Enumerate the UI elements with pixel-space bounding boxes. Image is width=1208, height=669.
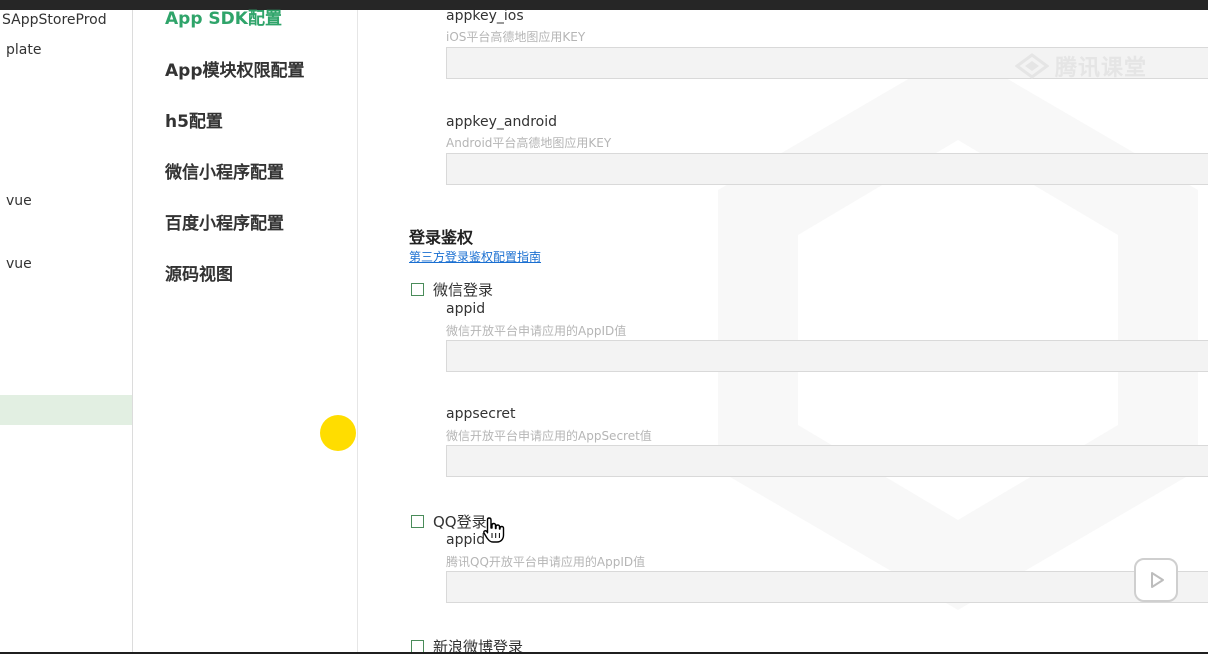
file-tree-panel: SAppStoreProd plate vue vue	[0, 10, 133, 652]
settings-content: appkey_ios iOS平台高德地图应用KEY appkey_android…	[358, 10, 1208, 652]
file-tree-item[interactable]: plate	[6, 42, 41, 58]
file-tree-item[interactable]: vue	[6, 256, 32, 272]
weibo-login-checkbox-row[interactable]: 新浪微博登录	[411, 636, 523, 652]
background-watermark-shape	[718, 50, 1198, 610]
appkey-android-label: appkey_android	[446, 114, 557, 130]
wechat-login-label: 微信登录	[433, 281, 494, 299]
nav-item-app-module-permissions[interactable]: App模块权限配置	[165, 56, 305, 81]
qq-appid-label: appid	[446, 532, 486, 548]
wechat-appid-label: appid	[446, 301, 486, 317]
file-tree-item[interactable]: vue	[6, 193, 32, 209]
appkey-android-description: Android平台高德地图应用KEY	[446, 136, 612, 150]
login-auth-title: 登录鉴权	[409, 228, 474, 247]
wechat-appsecret-description: 微信开放平台申请应用的AppSecret值	[446, 429, 652, 443]
tencent-classroom-logo-icon	[1015, 53, 1049, 79]
wechat-login-checkbox[interactable]	[411, 283, 424, 296]
play-icon	[1151, 572, 1164, 588]
wechat-appsecret-label: appsecret	[446, 406, 516, 422]
nav-item-source-view[interactable]: 源码视图	[165, 260, 233, 285]
nav-item-baidu-miniprogram[interactable]: 百度小程序配置	[165, 209, 284, 234]
file-tree-item[interactable]: SAppStoreProd	[2, 12, 107, 28]
appkey-ios-label: appkey_ios	[446, 10, 524, 24]
qq-appid-description: 腾讯QQ开放平台申请应用的AppID值	[446, 555, 646, 569]
nav-item-wechat-miniprogram[interactable]: 微信小程序配置	[165, 158, 284, 183]
qq-appid-input[interactable]	[446, 571, 1208, 603]
wechat-login-checkbox-row[interactable]: 微信登录	[411, 279, 493, 300]
login-auth-guide-link[interactable]: 第三方登录鉴权配置指南	[409, 248, 541, 265]
tencent-classroom-watermark: 腾讯课堂	[1015, 50, 1147, 82]
video-play-button[interactable]	[1134, 558, 1178, 602]
nav-item-app-sdk[interactable]: App SDK配置	[165, 4, 282, 29]
wechat-appid-description: 微信开放平台申请应用的AppID值	[446, 324, 627, 338]
appkey-ios-description: iOS平台高德地图应用KEY	[446, 30, 586, 44]
wechat-appid-input[interactable]	[446, 340, 1208, 372]
click-highlight-dot	[320, 415, 356, 451]
nav-item-h5[interactable]: h5配置	[165, 107, 223, 132]
appkey-android-input[interactable]	[446, 153, 1208, 185]
tencent-classroom-watermark-text: 腾讯课堂	[1055, 56, 1148, 81]
qq-login-checkbox-row[interactable]: QQ登录	[411, 511, 487, 532]
weibo-login-checkbox[interactable]	[411, 640, 424, 652]
manifest-settings-nav: App SDK配置 App模块权限配置 h5配置 微信小程序配置 百度小程序配置…	[133, 9, 358, 652]
file-tree-selected-row[interactable]	[0, 395, 132, 425]
weibo-login-label: 新浪微博登录	[433, 638, 524, 652]
qq-login-checkbox[interactable]	[411, 515, 424, 528]
qq-login-label: QQ登录	[433, 513, 487, 531]
wechat-appsecret-input[interactable]	[446, 445, 1208, 477]
bottom-window-edge	[0, 652, 1208, 654]
hand-pointer-icon	[483, 517, 505, 543]
